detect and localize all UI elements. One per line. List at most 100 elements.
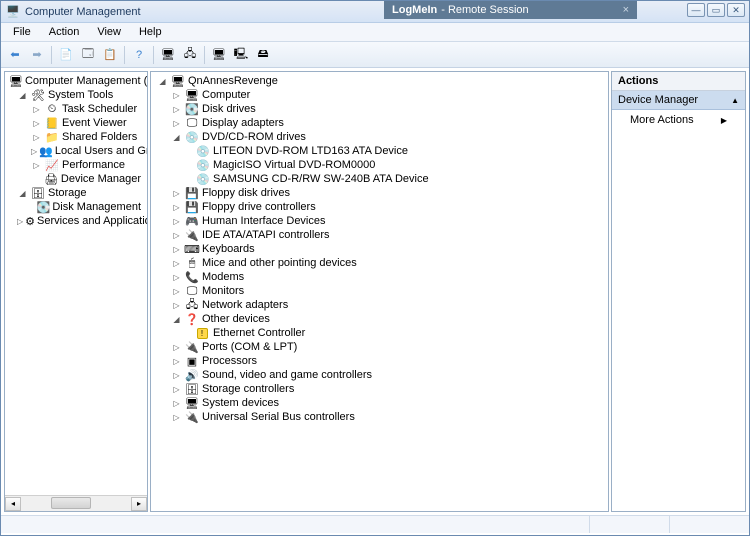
device-root[interactable]: ◢🖥QnAnnesRevenge [151, 74, 608, 88]
cat-processors[interactable]: ▷▣Processors [151, 354, 608, 368]
cat-computer[interactable]: ▷🖥Computer [151, 88, 608, 102]
expander-icon[interactable]: ▷ [171, 104, 182, 115]
properties-button[interactable]: 📋 [100, 45, 120, 65]
close-button[interactable]: ✕ [727, 3, 745, 17]
expander-icon[interactable]: ▷ [17, 216, 23, 227]
tree-performance[interactable]: ▷📈Performance [5, 158, 147, 172]
navigation-tree[interactable]: 🖥Computer Management (Local) ◢🛠System To… [5, 72, 147, 495]
enable-button[interactable]: 🖥 [209, 45, 229, 65]
refresh-button[interactable]: 🖧 [180, 45, 200, 65]
tree-services[interactable]: ▷⚙Services and Applications [5, 214, 147, 228]
expander-icon[interactable]: ◢ [17, 90, 28, 101]
cat-storage-ctrl[interactable]: ▷🗄Storage controllers [151, 382, 608, 396]
dvd-device-2[interactable]: 💿MagicISO Virtual DVD-ROM0000 [151, 158, 608, 172]
scroll-thumb[interactable] [51, 497, 91, 509]
scan-button[interactable]: 🖥 [158, 45, 178, 65]
menu-file[interactable]: File [5, 24, 39, 40]
maximize-button[interactable]: ▭ [707, 3, 725, 17]
tree-task-scheduler[interactable]: ▷⏲Task Scheduler [5, 102, 147, 116]
tree-event-viewer[interactable]: ▷📒Event Viewer [5, 116, 147, 130]
cat-disk-drives[interactable]: ▷💽Disk drives [151, 102, 608, 116]
dvd-device-1[interactable]: 💿LITEON DVD-ROM LTD163 ATA Device [151, 144, 608, 158]
expander-icon[interactable]: ▷ [171, 398, 182, 409]
tree-local-users[interactable]: ▷👥Local Users and Groups [5, 144, 147, 158]
expander-icon[interactable]: ◢ [157, 76, 168, 87]
device-tree[interactable]: ◢🖥QnAnnesRevenge ▷🖥Computer ▷💽Disk drive… [151, 72, 608, 511]
remote-close-icon[interactable]: × [623, 4, 629, 16]
expander-icon[interactable]: ◢ [171, 132, 182, 143]
expander-icon[interactable]: ▷ [171, 356, 182, 367]
up-button[interactable]: 📄 [56, 45, 76, 65]
expander-icon[interactable]: ▷ [171, 90, 182, 101]
dvd-icon: 💿 [195, 172, 211, 186]
dvd-device-3[interactable]: 💿SAMSUNG CD-R/RW SW-240B ATA Device [151, 172, 608, 186]
expander-icon[interactable]: ▷ [171, 272, 182, 283]
tree-system-tools[interactable]: ◢🛠System Tools [5, 88, 147, 102]
cat-dvd[interactable]: ◢💿DVD/CD-ROM drives [151, 130, 608, 144]
expander-icon[interactable]: ▷ [171, 384, 182, 395]
expander-icon[interactable]: ▷ [171, 202, 182, 213]
expander-icon[interactable]: ▷ [171, 188, 182, 199]
expander-icon[interactable] [31, 174, 42, 185]
scroll-right-button[interactable]: ▸ [131, 497, 147, 511]
cat-mice[interactable]: ▷🖱Mice and other pointing devices [151, 256, 608, 270]
scroll-left-button[interactable]: ◂ [5, 497, 21, 511]
expander-icon[interactable]: ▷ [171, 258, 182, 269]
cat-usb[interactable]: ▷🔌Universal Serial Bus controllers [151, 410, 608, 424]
cat-network[interactable]: ▷🖧Network adapters [151, 298, 608, 312]
cat-keyboards[interactable]: ▷⌨Keyboards [151, 242, 608, 256]
expander-icon[interactable]: ▷ [31, 146, 37, 157]
cat-floppy-ctrl[interactable]: ▷💾Floppy drive controllers [151, 200, 608, 214]
cat-display[interactable]: ▷🖵Display adapters [151, 116, 608, 130]
cat-floppy[interactable]: ▷💾Floppy disk drives [151, 186, 608, 200]
actions-more[interactable]: More Actions ▶ [612, 110, 745, 130]
cat-other[interactable]: ◢❓Other devices [151, 312, 608, 326]
help-button[interactable]: ? [129, 45, 149, 65]
tree-label: Floppy drive controllers [200, 201, 318, 213]
expander-icon[interactable]: ◢ [17, 188, 28, 199]
show-hide-tree-button[interactable]: 🗔 [78, 45, 98, 65]
minimize-button[interactable]: — [687, 3, 705, 17]
network-icon: 🖧 [184, 298, 200, 312]
tree-label: SAMSUNG CD-R/RW SW-240B ATA Device [211, 173, 431, 185]
expander-icon[interactable]: ▷ [31, 118, 42, 129]
cat-ports[interactable]: ▷🔌Ports (COM & LPT) [151, 340, 608, 354]
expander-icon[interactable]: ▷ [171, 216, 182, 227]
expander-icon[interactable]: ▷ [171, 370, 182, 381]
scroll-track[interactable] [21, 497, 131, 511]
menu-help[interactable]: Help [131, 24, 170, 40]
tree-label: LITEON DVD-ROM LTD163 ATA Device [211, 145, 410, 157]
expander-icon[interactable]: ▷ [31, 104, 42, 115]
expander-icon[interactable]: ▷ [31, 132, 42, 143]
expander-icon[interactable]: ◢ [171, 314, 182, 325]
tree-disk-management[interactable]: 💽Disk Management [5, 200, 147, 214]
cat-sound[interactable]: ▷🔊Sound, video and game controllers [151, 368, 608, 382]
update-driver-button[interactable]: 🖴 [253, 45, 273, 65]
cat-modems[interactable]: ▷📞Modems [151, 270, 608, 284]
cat-system-devices[interactable]: ▷🖥System devices [151, 396, 608, 410]
expander-icon[interactable]: ▷ [171, 230, 182, 241]
back-button[interactable]: ⬅ [5, 45, 25, 65]
ethernet-controller[interactable]: Ethernet Controller [151, 326, 608, 340]
tree-storage[interactable]: ◢🗄Storage [5, 186, 147, 200]
expander-icon[interactable]: ▷ [171, 118, 182, 129]
expander-icon[interactable]: ▷ [171, 286, 182, 297]
actions-header[interactable]: Device Manager ▲ [612, 91, 745, 110]
cat-ide[interactable]: ▷🔌IDE ATA/ATAPI controllers [151, 228, 608, 242]
expander-icon[interactable]: ▷ [171, 300, 182, 311]
expander-icon[interactable]: ▷ [171, 244, 182, 255]
tree-device-manager[interactable]: 🖨Device Manager [5, 172, 147, 186]
expander-icon[interactable]: ▷ [171, 342, 182, 353]
tree-shared-folders[interactable]: ▷📁Shared Folders [5, 130, 147, 144]
menu-action[interactable]: Action [41, 24, 88, 40]
uninstall-button[interactable]: 🖳 [231, 45, 251, 65]
expander-icon[interactable]: ▷ [171, 412, 182, 423]
left-scrollbar[interactable]: ◂ ▸ [5, 495, 147, 511]
cat-hid[interactable]: ▷🎮Human Interface Devices [151, 214, 608, 228]
cat-monitors[interactable]: ▷🖵Monitors [151, 284, 608, 298]
forward-button[interactable]: ➡ [27, 45, 47, 65]
expander-icon[interactable]: ▷ [31, 160, 42, 171]
expander-icon[interactable] [31, 202, 35, 213]
menu-view[interactable]: View [89, 24, 129, 40]
tree-root[interactable]: 🖥Computer Management (Local) [5, 74, 147, 88]
